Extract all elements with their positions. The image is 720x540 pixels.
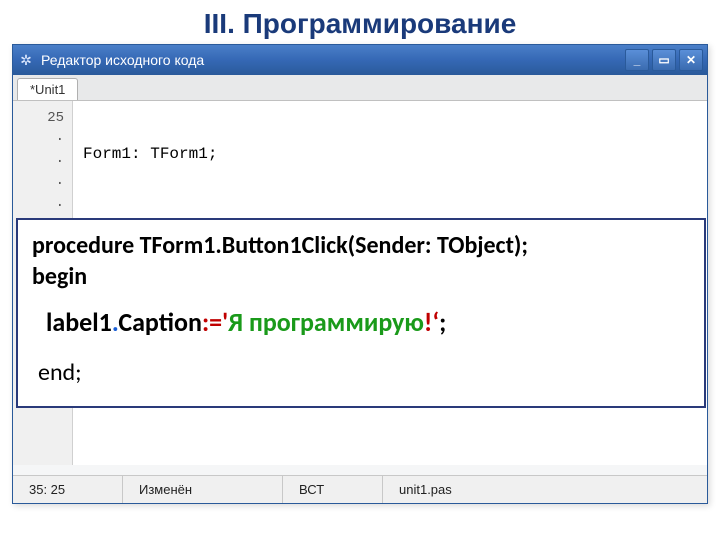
titlebar[interactable]: ✲ Редактор исходного кода _ ▭ ✕ [13,45,707,75]
gutter-dot: · [13,173,72,195]
app-icon: ✲ [17,51,35,69]
callout-line: procedure TForm1.Button1Click(Sender: TO… [32,230,690,261]
code-line: Form1: TForm1; [83,143,697,165]
status-filename: unit1.pas [383,476,707,503]
code-object: label1 [46,306,112,338]
gutter-dot: · [13,195,72,217]
code-semicolon: ; [439,306,446,338]
status-bar: 35: 25 Изменён ВСТ unit1.pas [13,475,707,503]
callout-line: begin [32,261,690,292]
code-callout: procedure TForm1.Button1Click(Sender: TO… [16,218,706,408]
status-insert-mode: ВСТ [283,476,383,503]
status-cursor-position: 35: 25 [13,476,123,503]
gutter-line: 25 [13,107,72,129]
close-button[interactable]: ✕ [679,49,703,71]
status-modified: Изменён [123,476,283,503]
code-assign: := [202,306,222,338]
tab-unit1[interactable]: *Unit1 [17,78,78,100]
window-title: Редактор исходного кода [41,52,625,68]
minimize-button[interactable]: _ [625,49,649,71]
page-title: III. Программирование [0,0,720,44]
tab-bar: *Unit1 [13,75,707,101]
maximize-button[interactable]: ▭ [652,49,676,71]
gutter-dot: · [13,151,72,173]
window-buttons: _ ▭ ✕ [625,49,703,71]
callout-line: end; [32,340,690,387]
code-property: Caption [118,306,202,338]
gutter-dot: · [13,129,72,151]
code-string: Я программирую [228,306,424,338]
callout-assignment: label1.Caption:='Я программирую!‘; [32,292,690,340]
